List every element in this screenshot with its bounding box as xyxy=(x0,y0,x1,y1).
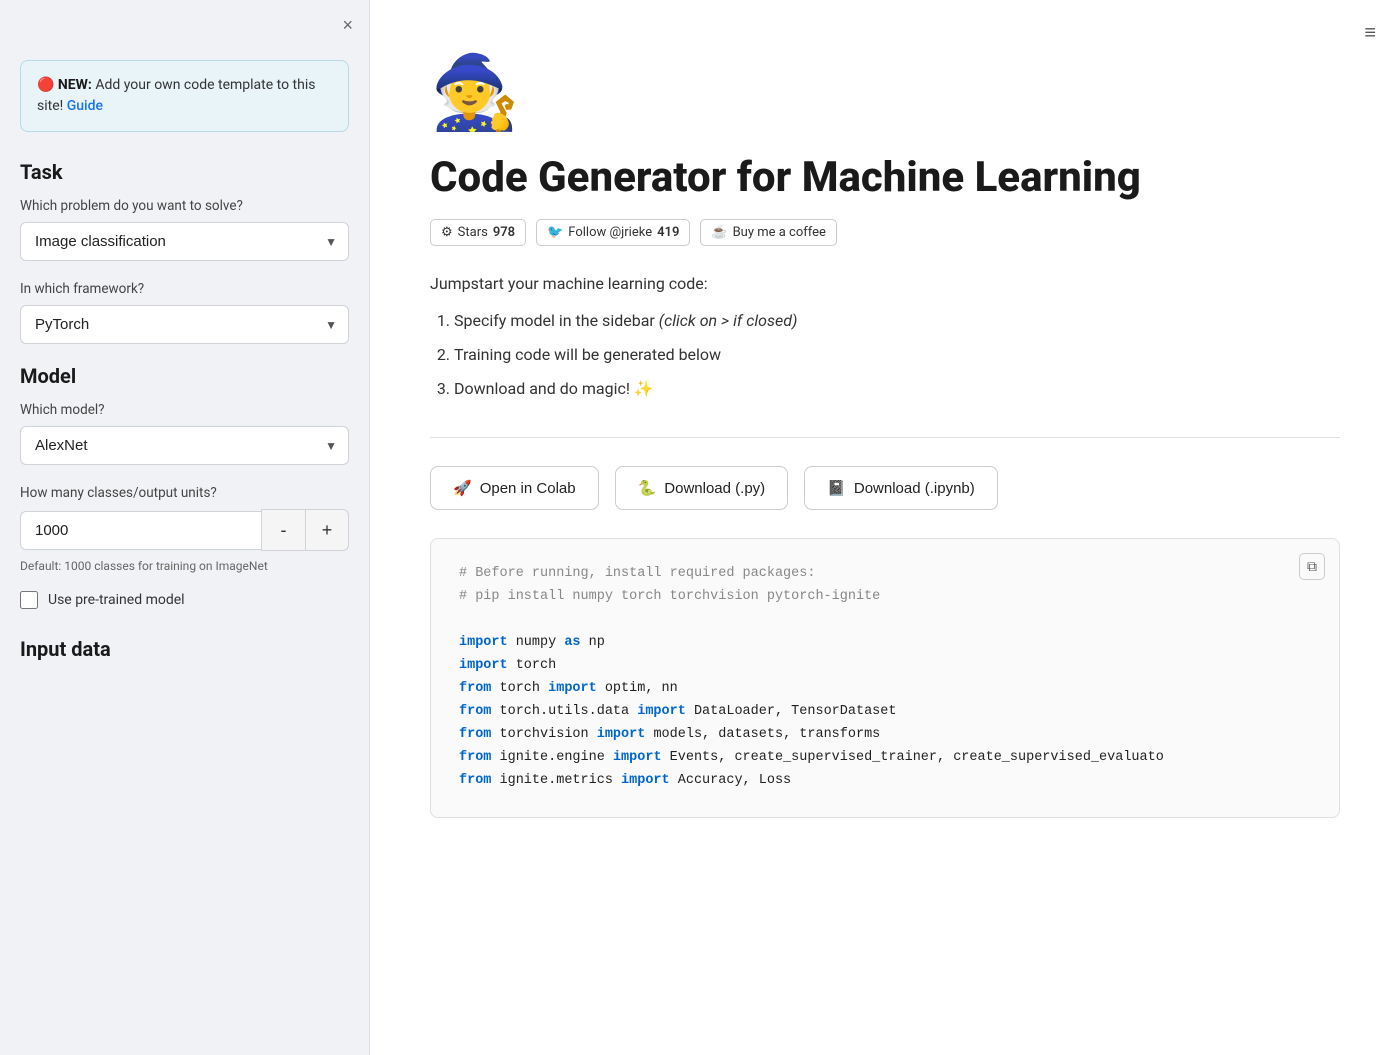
close-button[interactable]: × xyxy=(342,16,353,34)
framework-label: In which framework? xyxy=(20,281,349,297)
coffee-badge[interactable]: ☕ Buy me a coffee xyxy=(700,219,837,246)
follow-label: Follow @jrieke xyxy=(568,225,652,240)
badges-row: ⚙ Stars 978 🐦 Follow @jrieke 419 ☕ Buy m… xyxy=(430,219,1340,246)
step-3: Download and do magic! ✨ xyxy=(454,377,1340,401)
download-py-button[interactable]: 🐍 Download (.py) xyxy=(615,466,789,510)
wizard-emoji: 🧙 xyxy=(430,50,1340,135)
main-content: ≡ 🧙 Code Generator for Machine Learning … xyxy=(370,0,1400,1055)
open-colab-label: Open in Colab xyxy=(480,480,576,497)
code-line-4: from torch.utils.data import DataLoader,… xyxy=(459,701,1311,724)
code-line-comment1: # Before running, install required packa… xyxy=(459,563,1311,586)
open-colab-button[interactable]: 🚀 Open in Colab xyxy=(430,466,599,510)
framework-select-wrapper: PyTorch TensorFlow Keras JAX ▼ xyxy=(20,305,349,344)
input-data-section: Input data xyxy=(20,637,349,661)
steps-list: Specify model in the sidebar (click on >… xyxy=(430,309,1340,401)
step-1: Specify model in the sidebar (click on >… xyxy=(454,309,1340,333)
copy-button[interactable]: ⧉ xyxy=(1299,553,1325,580)
classes-row: - + xyxy=(20,509,349,551)
coffee-label: Buy me a coffee xyxy=(733,225,826,240)
new-label: NEW: xyxy=(58,77,92,93)
pretrained-checkbox[interactable] xyxy=(20,591,38,609)
code-line-6: from ignite.engine import Events, create… xyxy=(459,747,1311,770)
problem-label: Which problem do you want to solve? xyxy=(20,198,349,214)
model-select[interactable]: AlexNet VGG ResNet DenseNet xyxy=(20,426,349,465)
input-data-title: Input data xyxy=(20,637,349,661)
increment-button[interactable]: + xyxy=(305,509,349,551)
action-buttons: 🚀 Open in Colab 🐍 Download (.py) 📓 Downl… xyxy=(430,466,1340,510)
twitter-icon: 🐦 xyxy=(547,225,563,240)
framework-select[interactable]: PyTorch TensorFlow Keras JAX xyxy=(20,305,349,344)
new-emoji: 🔴 xyxy=(37,77,54,93)
download-py-label: Download (.py) xyxy=(664,480,765,497)
menu-icon[interactable]: ≡ xyxy=(1364,20,1376,45)
step-2: Training code will be generated below xyxy=(454,343,1340,367)
guide-link[interactable]: Guide xyxy=(67,98,103,114)
sidebar: × 🔴 NEW: Add your own code template to t… xyxy=(0,0,370,1055)
divider xyxy=(430,437,1340,438)
decrement-button[interactable]: - xyxy=(261,509,305,551)
python-icon: 🐍 xyxy=(638,479,657,497)
notebook-icon: 📓 xyxy=(827,479,846,497)
intro-text: Jumpstart your machine learning code: xyxy=(430,274,1340,293)
classes-default-text: Default: 1000 classes for training on Im… xyxy=(20,559,349,573)
coffee-icon: ☕ xyxy=(711,225,727,240)
code-block: ⧉ # Before running, install required pac… xyxy=(430,538,1340,817)
stars-count: 978 xyxy=(493,225,515,240)
model-title: Model xyxy=(20,364,349,388)
model-section: Model Which model? AlexNet VGG ResNet De… xyxy=(20,364,349,609)
classes-input[interactable] xyxy=(20,511,261,550)
new-banner: 🔴 NEW: Add your own code template to thi… xyxy=(20,60,349,132)
code-line-7: from ignite.metrics import Accuracy, Los… xyxy=(459,770,1311,793)
problem-select-wrapper: Image classification Object detection Se… xyxy=(20,222,349,261)
pretrained-label: Use pre-trained model xyxy=(48,592,185,608)
step-1-italic: (click on > if closed) xyxy=(659,311,798,330)
code-content: # Before running, install required packa… xyxy=(459,563,1311,792)
pretrained-row: Use pre-trained model xyxy=(20,591,349,609)
colab-icon: 🚀 xyxy=(453,479,472,497)
step-3-text: Download and do magic! ✨ xyxy=(454,379,654,398)
follow-count: 419 xyxy=(657,225,679,240)
download-ipynb-button[interactable]: 📓 Download (.ipynb) xyxy=(804,466,998,510)
model-select-wrapper: AlexNet VGG ResNet DenseNet ▼ xyxy=(20,426,349,465)
model-label: Which model? xyxy=(20,402,349,418)
task-section: Task Which problem do you want to solve?… xyxy=(20,160,349,344)
page-title: Code Generator for Machine Learning xyxy=(430,155,1340,201)
task-title: Task xyxy=(20,160,349,184)
code-line-2: import torch xyxy=(459,655,1311,678)
twitter-follow-badge[interactable]: 🐦 Follow @jrieke 419 xyxy=(536,219,690,246)
github-icon: ⚙ xyxy=(441,225,453,240)
stars-label: Stars xyxy=(458,225,488,240)
github-stars-badge[interactable]: ⚙ Stars 978 xyxy=(430,219,526,246)
classes-label: How many classes/output units? xyxy=(20,485,349,501)
code-line-1: import numpy as np xyxy=(459,632,1311,655)
step-1-text: Specify model in the sidebar xyxy=(454,311,659,330)
code-line-comment2: # pip install numpy torch torchvision py… xyxy=(459,586,1311,609)
download-ipynb-label: Download (.ipynb) xyxy=(854,480,975,497)
code-line-3: from torch import optim, nn xyxy=(459,678,1311,701)
problem-select[interactable]: Image classification Object detection Se… xyxy=(20,222,349,261)
code-line-5: from torchvision import models, datasets… xyxy=(459,724,1311,747)
step-2-text: Training code will be generated below xyxy=(454,345,721,364)
